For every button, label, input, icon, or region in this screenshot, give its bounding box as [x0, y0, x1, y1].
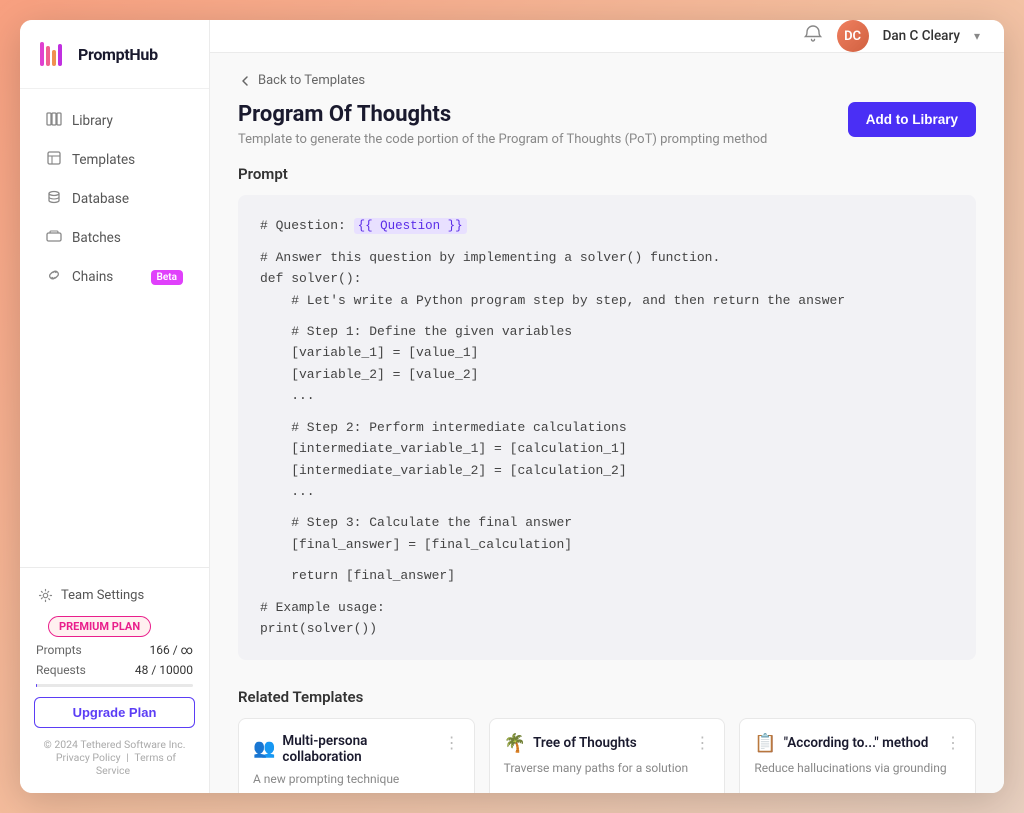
- upgrade-plan-button[interactable]: Upgrade Plan: [34, 697, 195, 728]
- batches-icon: [46, 228, 62, 248]
- prompt-line-7: [variable_2] = [value_2]: [260, 364, 954, 385]
- sidebar-item-batches-label: Batches: [72, 230, 121, 246]
- prompt-section-title: Prompt: [238, 165, 976, 183]
- user-chevron-down-icon[interactable]: ▾: [974, 29, 980, 43]
- database-icon: [46, 189, 62, 209]
- prompt-line-16: # Example usage:: [260, 597, 954, 618]
- back-arrow-icon: [238, 74, 252, 88]
- prompts-usage-row: Prompts 166 / ∞: [20, 640, 209, 660]
- prompt-line-13: # Step 3: Calculate the final answer: [260, 512, 954, 533]
- related-templates-title: Related Templates: [238, 688, 976, 706]
- multi-persona-emoji: 👥: [253, 738, 275, 759]
- prompt-line-4: # Let's write a Python program step by s…: [260, 290, 954, 311]
- premium-plan-badge: PREMIUM PLAN: [48, 616, 151, 637]
- user-avatar: DC: [837, 20, 869, 52]
- related-card-according-to[interactable]: 📋 "According to..." method ⋮ Reduce hall…: [739, 718, 976, 793]
- prompt-line-5: # Step 1: Define the given variables: [260, 321, 954, 342]
- sidebar-item-library-label: Library: [72, 113, 113, 129]
- related-card-multi-persona[interactable]: 👥 Multi-persona collaboration ⋮ A new pr…: [238, 718, 475, 793]
- footer-copyright: © 2024 Tethered Software Inc.: [44, 738, 186, 751]
- tree-of-thoughts-title: Tree of Thoughts: [533, 735, 637, 751]
- prompt-line-11: [intermediate_variable_2] = [calculation…: [260, 460, 954, 481]
- prompt-line-1: # Question: {{ Question }}: [260, 215, 954, 237]
- tree-of-thoughts-menu-icon[interactable]: ⋮: [694, 733, 710, 752]
- sidebar-item-library[interactable]: Library: [28, 102, 201, 140]
- related-cards-container: 👥 Multi-persona collaboration ⋮ A new pr…: [238, 718, 976, 793]
- sidebar-item-batches[interactable]: Batches: [28, 219, 201, 257]
- footer-links: © 2024 Tethered Software Inc. Privacy Po…: [20, 732, 209, 783]
- multi-persona-menu-icon[interactable]: ⋮: [444, 733, 460, 752]
- sidebar-item-templates-label: Templates: [72, 152, 135, 168]
- prompt-line-8: ...: [260, 385, 954, 406]
- according-to-desc: Reduce hallucinations via grounding: [754, 760, 961, 777]
- library-icon: [46, 111, 62, 131]
- user-name-label[interactable]: Dan C Cleary: [883, 28, 960, 44]
- sidebar-item-database-label: Database: [72, 191, 129, 207]
- sidebar-logo: PromptHub: [20, 20, 209, 89]
- according-to-title: "According to..." method: [784, 735, 929, 751]
- page-title: Program Of Thoughts: [238, 102, 767, 127]
- question-variable: {{ Question }}: [354, 218, 467, 234]
- prompt-line-9: # Step 2: Perform intermediate calculati…: [260, 417, 954, 438]
- requests-count: 48 / 10000: [135, 663, 193, 677]
- prompt-line-6: [variable_1] = [value_1]: [260, 342, 954, 363]
- prompt-line-3: def solver():: [260, 268, 954, 289]
- app-container: PromptHub Library Templates Database: [20, 20, 1004, 793]
- back-link-label: Back to Templates: [258, 73, 365, 88]
- multi-persona-title: Multi-persona collaboration: [282, 733, 443, 765]
- page-title-group: Program Of Thoughts Template to generate…: [238, 102, 767, 147]
- app-name: PromptHub: [78, 45, 158, 64]
- settings-icon: [38, 588, 53, 603]
- privacy-policy-link[interactable]: Privacy Policy: [56, 751, 121, 764]
- requests-usage-bar: [36, 684, 193, 687]
- chains-beta-badge: Beta: [151, 270, 183, 285]
- team-settings-item[interactable]: Team Settings: [20, 580, 209, 611]
- team-settings-label: Team Settings: [61, 588, 144, 603]
- prompt-line-10: [intermediate_variable_1] = [calculation…: [260, 438, 954, 459]
- prompts-count: 166 / ∞: [150, 643, 193, 657]
- requests-usage-bar-fill: [36, 684, 37, 687]
- requests-label: Requests: [36, 663, 86, 677]
- sidebar: PromptHub Library Templates Database: [20, 20, 210, 793]
- prompt-section: Prompt # Question: {{ Question }} # Answ…: [238, 165, 976, 660]
- notification-bell-icon[interactable]: [803, 24, 823, 49]
- sidebar-bottom: Team Settings PREMIUM PLAN Prompts 166 /…: [20, 567, 209, 793]
- related-templates-section: Related Templates 👥 Multi-persona collab…: [238, 688, 976, 793]
- sidebar-item-templates[interactable]: Templates: [28, 141, 201, 179]
- prompt-line-14: [final_answer] = [final_calculation]: [260, 534, 954, 555]
- according-to-menu-icon[interactable]: ⋮: [945, 733, 961, 752]
- according-to-emoji: 📋: [754, 733, 776, 754]
- tree-of-thoughts-desc: Traverse many paths for a solution: [504, 760, 711, 777]
- back-to-templates-link[interactable]: Back to Templates: [238, 73, 976, 88]
- page-header: Program Of Thoughts Template to generate…: [238, 102, 976, 147]
- prompts-label: Prompts: [36, 643, 82, 657]
- content-body: Back to Templates Program Of Thoughts Te…: [210, 53, 1004, 793]
- related-card-tree-of-thoughts[interactable]: 🌴 Tree of Thoughts ⋮ Traverse many paths…: [489, 718, 726, 793]
- sidebar-item-chains-label: Chains: [72, 269, 113, 285]
- prompt-line-2: # Answer this question by implementing a…: [260, 247, 954, 268]
- prompt-line-12: ...: [260, 481, 954, 502]
- add-to-library-button[interactable]: Add to Library: [848, 102, 976, 137]
- sidebar-item-chains[interactable]: Chains Beta: [28, 258, 201, 296]
- sidebar-item-database[interactable]: Database: [28, 180, 201, 218]
- prompt-line-15: return [final_answer]: [260, 565, 954, 586]
- multi-persona-desc: A new prompting technique: [253, 771, 460, 788]
- chains-icon: [46, 267, 62, 287]
- main-content: DC Dan C Cleary ▾ Back to Templates Prog…: [210, 20, 1004, 793]
- prompt-code-box: # Question: {{ Question }} # Answer this…: [238, 195, 976, 660]
- requests-usage-row: Requests 48 / 10000: [20, 660, 209, 680]
- prompt-line-17: print(solver()): [260, 618, 954, 639]
- logo-icon: [38, 38, 70, 70]
- sidebar-navigation: Library Templates Database Batches: [20, 89, 209, 567]
- page-subtitle: Template to generate the code portion of…: [238, 132, 767, 147]
- top-header: DC Dan C Cleary ▾: [210, 20, 1004, 53]
- tree-of-thoughts-emoji: 🌴: [504, 733, 526, 754]
- bell-svg: [803, 24, 823, 44]
- templates-icon: [46, 150, 62, 170]
